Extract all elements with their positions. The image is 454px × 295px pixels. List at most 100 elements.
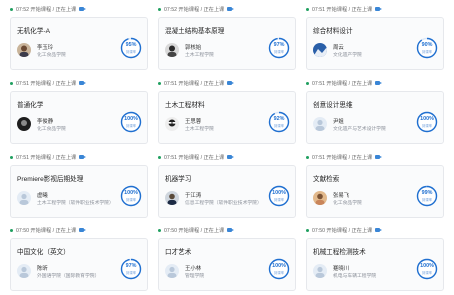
live-dot-icon [10, 7, 13, 11]
attendance-ring: 100% 到课率 [120, 185, 142, 207]
attendance-label: 到课率 [125, 198, 137, 202]
course-card[interactable]: 无机化学-A 李玉玲 化工食品学院 95% 到课率 [10, 17, 148, 70]
teacher-name: 于江涛 [185, 193, 202, 199]
college-name: 机电与车辆工程学院 [333, 274, 377, 279]
teacher-avatar [313, 117, 327, 131]
attendance-ring: 100% 到课率 [268, 258, 290, 280]
video-icon[interactable] [79, 228, 87, 232]
attendance-label: 到课率 [125, 271, 137, 275]
teacher-avatar [313, 43, 327, 57]
course-card[interactable]: 机器学习 于江涛 信息工程学院（软件职业技术学院） 100% 到课率 [158, 165, 296, 218]
teacher-avatar [17, 191, 31, 205]
course-card[interactable]: 机械工程检测技术 蹇晓川 机电与车辆工程学院 100% 到课率 [306, 238, 444, 291]
course-card[interactable]: 中国文化（英文） 陈昕 外国语学院（国际教育学院） 97% 到课率 [10, 238, 148, 291]
course-title: 中国文化（英文） [17, 249, 70, 256]
video-icon[interactable] [227, 7, 235, 11]
attendance-percent: 97% [125, 263, 137, 269]
video-icon[interactable] [227, 228, 235, 232]
college-name: 土木工程学院 [185, 127, 214, 132]
video-icon[interactable] [79, 155, 87, 159]
course-item: 07:51 开始课程 / 正在上课 综合材料设计 周云 文化遗产学院 90% 到课… [306, 3, 444, 70]
attendance-ring: 92% 到课率 [268, 111, 290, 133]
attendance-ring: 97% 到课率 [268, 37, 290, 59]
teacher-avatar [165, 43, 179, 57]
video-icon[interactable] [227, 81, 235, 85]
attendance-label: 到课率 [421, 198, 433, 202]
live-dot-icon [158, 228, 161, 232]
teacher-avatar [165, 117, 179, 131]
start-time: 07:52 开始课程 / 正在上课 [16, 6, 77, 13]
live-dot-icon [306, 7, 309, 11]
attendance-percent: 100% [420, 263, 434, 269]
college-name: 土木工程学院 [185, 53, 214, 58]
video-icon[interactable] [375, 228, 383, 232]
college-name: 管理学院 [185, 274, 205, 279]
attendance-ring: 90% 到课率 [416, 37, 438, 59]
start-time: 07:51 开始课程 / 正在上课 [312, 154, 373, 161]
start-time: 07:50 开始课程 / 正在上课 [164, 227, 225, 234]
teacher-name: 张易飞 [333, 193, 350, 199]
teacher-avatar [313, 191, 327, 205]
course-title: 混凝土结构基本原理 [165, 28, 225, 35]
course-card[interactable]: 土木工程材料 王思蓉 土木工程学院 92% 到课率 [158, 91, 296, 144]
attendance-label: 到课率 [421, 271, 433, 275]
teacher-avatar [17, 264, 31, 278]
course-grid: 07:52 开始课程 / 正在上课 无机化学-A 李玉玲 化工食品学院 95% 到… [0, 0, 454, 295]
course-card[interactable]: 综合材料设计 周云 文化遗产学院 90% 到课率 [306, 17, 444, 70]
attendance-percent: 92% [273, 116, 285, 122]
video-icon[interactable] [79, 81, 87, 85]
teacher-avatar [17, 43, 31, 57]
attendance-ring: 100% 到课率 [416, 258, 438, 280]
live-dot-icon [10, 81, 13, 85]
course-title: 土木工程材料 [165, 102, 205, 109]
video-icon[interactable] [375, 155, 383, 159]
course-card[interactable]: 创意设计思维 尹姐 文化遗产与艺术设计学院 100% 到课率 [306, 91, 444, 144]
course-card[interactable]: 普通化学 李俊静 化工食品学院 100% 到课率 [10, 91, 148, 144]
live-dot-icon [10, 228, 13, 232]
course-item: 07:51 开始课程 / 正在上课 创意设计思维 尹姐 文化遗产与艺术设计学院 … [306, 77, 444, 144]
teacher-name: 陈昕 [37, 266, 48, 272]
live-dot-icon [10, 155, 13, 159]
teacher-avatar [313, 264, 327, 278]
start-time: 07:51 开始课程 / 正在上课 [164, 80, 225, 87]
college-name: 外国语学院（国际教育学院） [37, 274, 100, 279]
attendance-percent: 90% [421, 42, 433, 48]
course-item: 07:52 开始课程 / 正在上课 混凝土结构基本原理 郭核始 土木工程学院 9… [158, 3, 296, 70]
college-name: 信息工程学院（软件职业技术学院） [185, 201, 262, 206]
attendance-percent: 95% [125, 42, 137, 48]
live-dot-icon [158, 155, 161, 159]
course-title: 口才艺术 [165, 249, 192, 256]
course-item: 07:51 开始课程 / 正在上课 土木工程材料 王思蓉 土木工程学院 92% 到… [158, 77, 296, 144]
start-time: 07:51 开始课程 / 正在上课 [312, 80, 373, 87]
teacher-name: 虚曦 [37, 193, 48, 199]
college-name: 文化遗产学院 [333, 53, 362, 58]
teacher-avatar [165, 264, 179, 278]
course-card[interactable]: 口才艺术 王小林 管理学院 100% 到课率 [158, 238, 296, 291]
video-icon[interactable] [227, 155, 235, 159]
course-title: 文献检索 [313, 176, 340, 183]
attendance-ring: 100% 到课率 [416, 111, 438, 133]
course-card[interactable]: 文献检索 张易飞 化工食品学院 99% 到课率 [306, 165, 444, 218]
attendance-percent: 100% [124, 116, 138, 122]
college-name: 化工食品学院 [37, 127, 66, 132]
course-item: 07:50 开始课程 / 正在上课 机械工程检测技术 蹇晓川 机电与车辆工程学院… [306, 224, 444, 291]
video-icon[interactable] [375, 7, 383, 11]
course-card[interactable]: 混凝土结构基本原理 郭核始 土木工程学院 97% 到课率 [158, 17, 296, 70]
course-card[interactable]: Premiere影视后期处理 虚曦 土木工程学院（软件职业技术学院） 100% 到… [10, 165, 148, 218]
course-title: 综合材料设计 [313, 28, 353, 35]
teacher-name: 周云 [333, 45, 344, 51]
live-dot-icon [158, 81, 161, 85]
start-time: 07:51 开始课程 / 正在上课 [16, 80, 77, 87]
start-time: 07:52 开始课程 / 正在上课 [164, 6, 225, 13]
video-icon[interactable] [375, 81, 383, 85]
course-title: 普通化学 [17, 102, 44, 109]
start-time: 07:51 开始课程 / 正在上课 [16, 154, 77, 161]
attendance-label: 到课率 [421, 124, 433, 128]
start-time: 07:51 开始课程 / 正在上课 [164, 154, 225, 161]
start-time: 07:50 开始课程 / 正在上课 [16, 227, 77, 234]
teacher-name: 郭核始 [185, 45, 202, 51]
college-name: 化工食品学院 [37, 53, 66, 58]
course-title: Premiere影视后期处理 [17, 176, 84, 183]
video-icon[interactable] [79, 7, 87, 11]
live-dot-icon [306, 81, 309, 85]
